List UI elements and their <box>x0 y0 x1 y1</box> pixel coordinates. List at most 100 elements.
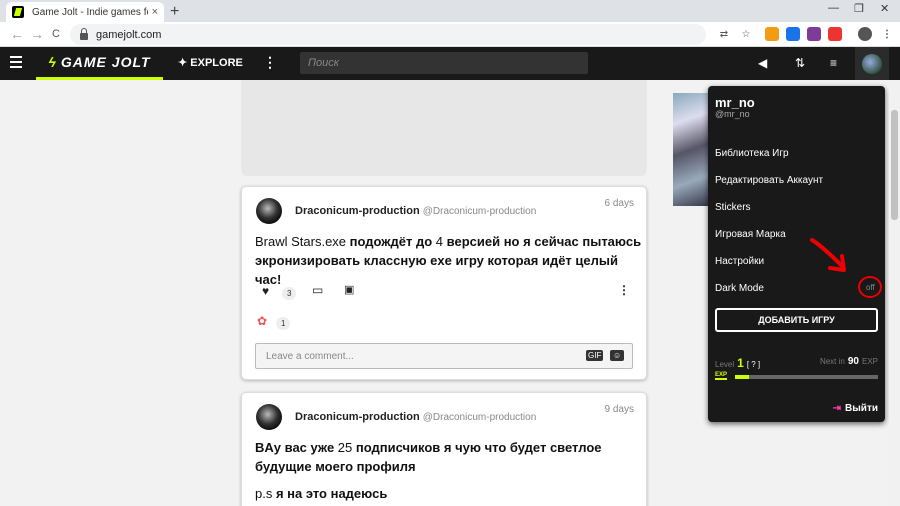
logout-icon: ⇥ <box>832 403 842 414</box>
loading-card <box>241 80 647 176</box>
browser-tab[interactable]: Game Jolt - Indie games for the ... × <box>6 2 164 22</box>
menu-item-stickers[interactable]: Stickers <box>715 202 751 213</box>
level-help-link[interactable]: [ ? ] <box>747 360 760 369</box>
menu-item-settings[interactable]: Настройки <box>715 256 764 267</box>
level-number: 1 <box>737 356 744 370</box>
next-label: Next in <box>819 357 845 366</box>
next-value: 90 <box>847 356 859 367</box>
level-label: Level <box>715 360 735 369</box>
author-handle: @Draconicum-production <box>422 412 537 423</box>
maximize-button[interactable]: ❐ <box>854 2 864 15</box>
new-tab-button[interactable]: + <box>170 3 179 21</box>
browser-tab-bar: Game Jolt - Indie games for the ... × + … <box>0 0 900 22</box>
author-handle: @Draconicum-production <box>422 206 537 217</box>
add-game-button[interactable]: ДОБАВИТЬ ИГРУ <box>715 308 878 332</box>
back-button[interactable]: ← <box>10 26 24 42</box>
forward-button[interactable]: → <box>30 26 44 42</box>
post-text: p.s <box>255 486 273 501</box>
sidebar-game-thumbnail[interactable] <box>673 93 711 206</box>
exp-progress-fill <box>735 375 750 379</box>
menu-item-game-library[interactable]: Библиотека Игр <box>715 148 789 159</box>
close-window-button[interactable]: ✕ <box>880 2 889 15</box>
user-dropdown-menu: mr_no @mr_no Библиотека Игр Редактироват… <box>708 86 885 422</box>
post-text: подождёт до <box>346 234 436 249</box>
close-tab-icon[interactable]: × <box>152 6 158 18</box>
feed-post: Draconicum-production @Draconicum-produc… <box>241 186 647 380</box>
post-time[interactable]: 9 days <box>605 404 634 415</box>
post-text: Ау вас уже <box>264 440 338 455</box>
reload-button[interactable]: C <box>52 28 60 40</box>
megaphone-icon[interactable]: ◀ <box>758 56 767 70</box>
sticker-icon[interactable]: ▣ <box>344 283 354 296</box>
tab-title: Game Jolt - Indie games for the ... <box>32 6 148 18</box>
gamejolt-logo[interactable]: ϟ GAME JOLT <box>36 47 163 80</box>
author-name: Draconicum-production <box>295 411 420 423</box>
post-body: BАу вас уже 25 подписчиков я чую что буд… <box>255 438 602 503</box>
notifications-icon[interactable]: ≡ <box>830 56 837 70</box>
post-author[interactable]: Draconicum-production @Draconicum-produc… <box>295 411 536 423</box>
post-text: 25 <box>337 440 353 455</box>
author-avatar[interactable] <box>256 404 282 430</box>
extension-icon-1[interactable] <box>765 27 779 41</box>
logout-label: Выйти <box>845 403 878 414</box>
post-time[interactable]: 6 days <box>605 198 634 209</box>
activity-icon[interactable]: ⇅ <box>795 56 805 70</box>
extension-icon-3[interactable] <box>807 27 821 41</box>
translate-icon[interactable]: ⇄ <box>717 27 731 41</box>
url-text: gamejolt.com <box>96 28 162 41</box>
address-bar[interactable]: gamejolt.com <box>70 24 706 45</box>
next-unit: EXP <box>861 357 878 366</box>
bolt-icon: ϟ <box>48 54 57 70</box>
bookmark-star-icon[interactable]: ☆ <box>739 27 753 41</box>
like-count: 3 <box>282 287 297 300</box>
exp-label: EXP <box>715 372 728 380</box>
post-text: я на это надеюсь <box>272 486 388 501</box>
post-text: экронизировать классную exe игру которая… <box>255 253 618 287</box>
reaction-sticker-icon[interactable]: ✿ <box>257 314 267 328</box>
annotation-circle <box>858 276 882 298</box>
logo-text: GAME JOLT <box>60 54 151 70</box>
post-text: подписчиков я чую что будет светлое <box>352 440 602 455</box>
post-author[interactable]: Draconicum-production @Draconicum-produc… <box>295 205 536 217</box>
hamburger-menu-icon[interactable] <box>10 56 22 68</box>
scrollbar-thumb[interactable] <box>891 110 898 220</box>
dropdown-username[interactable]: mr_no <box>715 95 755 110</box>
comment-placeholder: Leave a comment... <box>266 351 354 362</box>
reaction-count: 1 <box>276 317 291 330</box>
page-scrollbar[interactable] <box>889 80 900 506</box>
logout-button[interactable]: ⇥ Выйти <box>833 403 878 414</box>
gamejolt-favicon-icon <box>12 6 24 18</box>
gif-button[interactable]: GIF <box>586 350 604 361</box>
menu-item-dark-mode[interactable]: Dark Mode <box>715 283 764 294</box>
extension-icon-4[interactable] <box>828 27 842 41</box>
compass-icon: ✦ <box>178 57 191 69</box>
minimize-button[interactable]: — <box>828 2 839 14</box>
menu-item-edit-account[interactable]: Редактировать Аккаунт <box>715 175 823 186</box>
browser-menu-icon[interactable]: ⋮ <box>880 27 894 41</box>
user-avatar-button[interactable] <box>855 47 889 80</box>
feed-post: Draconicum-production @Draconicum-produc… <box>241 392 647 506</box>
next-level-indicator: Next in 90 EXP <box>820 356 878 367</box>
search-input[interactable]: Поиск <box>300 52 588 74</box>
comment-input[interactable]: Leave a comment... GIF ☺ <box>255 343 633 369</box>
dropdown-handle: @mr_no <box>715 109 750 119</box>
gamejolt-navbar: ϟ GAME JOLT ✦ EXPLORE ⋮ Поиск ◀ ⇅ ≡ <box>0 47 900 80</box>
author-avatar[interactable] <box>256 198 282 224</box>
lock-icon <box>80 27 88 40</box>
level-indicator: Level 1[ ? ] <box>715 356 760 370</box>
comment-icon[interactable]: ▭ <box>312 283 323 297</box>
explore-link[interactable]: ✦ EXPLORE <box>178 56 243 69</box>
post-options-icon[interactable]: ⋮ <box>618 283 630 297</box>
like-heart-icon[interactable]: ♥ <box>262 284 269 298</box>
more-menu-icon[interactable]: ⋮ <box>263 54 277 71</box>
sticker-picker-icon[interactable]: ☺ <box>610 350 625 361</box>
explore-label: EXPLORE <box>190 57 243 69</box>
exp-progress-bar <box>735 375 878 379</box>
author-name: Draconicum-production <box>295 205 420 217</box>
extension-icon-2[interactable] <box>786 27 800 41</box>
post-text: версией но я сейчас пытаюсь <box>443 234 642 249</box>
post-text: Brawl Stars.exe <box>255 234 347 249</box>
post-text: 4 <box>435 234 444 249</box>
profile-icon[interactable] <box>858 27 872 41</box>
menu-item-game-token[interactable]: Игровая Марка <box>715 229 786 240</box>
